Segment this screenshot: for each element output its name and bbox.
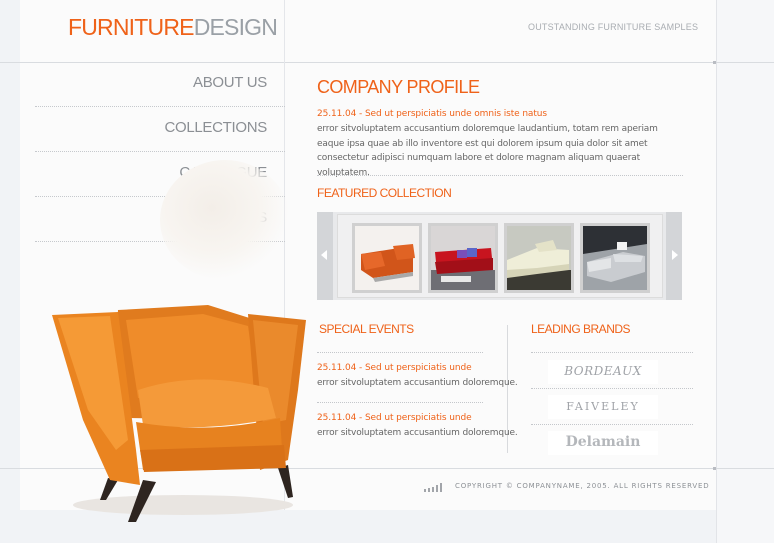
gallery-thumb-cream-sofa[interactable] [504,223,574,293]
red-sofa-image [431,226,495,290]
brand-logo-bordeaux[interactable]: BORDEAUX [548,360,658,384]
gallery-prev-button[interactable] [317,212,333,300]
brand-logo-delamain[interactable]: Delamain [548,431,658,455]
header-tagline: OUTSTANDING FURNITURE SAMPLES [528,22,699,32]
profile-date-line[interactable]: 25.11.04 - Sed ut perspiciatis unde omni… [317,109,547,119]
cream-sofa-image [507,226,571,290]
corner-dot [713,467,716,470]
logo-word-furniture: FURNITURE [68,14,194,40]
featured-collection-title: FEATURED COLLECTION [317,186,452,200]
events-separator [317,402,483,403]
events-separator [317,352,483,353]
nav-item-collections[interactable]: COLLECTIONS [35,107,285,152]
profile-body: error sitvoluptatem accusantium doloremq… [317,124,658,178]
gallery-strip [337,214,663,298]
right-strip [716,0,774,543]
profile-separator [317,175,683,176]
brands-separator [531,388,693,389]
gallery-thumb-red-sofa[interactable] [428,223,498,293]
event-1-text: error sitvoluptatem accusantium doloremq… [317,378,518,388]
featured-gallery [317,212,682,300]
footer-copyright: COPYRIGHT © COMPANYNAME, 2005. ALL RIGHT… [455,482,710,490]
event-1-date-line[interactable]: 25.11.04 - Sed ut perspiciatis unde [317,363,472,373]
decorative-swirl [160,160,290,280]
arrow-right-icon [672,250,678,260]
brands-separator [531,352,693,353]
leading-brands-title: LEADING BRANDS [531,322,631,336]
gallery-thumb-orange-sofa[interactable] [352,223,422,293]
nav-item-about-us[interactable]: ABOUT US [35,62,285,107]
corner-dot [713,61,716,64]
brands-separator [531,424,693,425]
armchair-image [52,305,306,522]
gallery-thumb-grey-sofa[interactable] [580,223,650,293]
gallery-next-button[interactable] [666,212,682,300]
orange-sofa-image [355,226,419,290]
brand-logo-faiveley[interactable]: FAIVELEY [548,395,658,419]
event-2-text: error sitvoluptatem accusantium doloremq… [317,428,518,438]
company-profile-title: COMPANY PROFILE [317,77,480,97]
site-logo[interactable]: FURNITUREDESIGN [68,14,278,41]
arrow-left-icon [321,250,327,260]
signal-bars-icon [424,483,444,492]
logo-word-design: DESIGN [193,14,278,40]
special-events-title: SPECIAL EVENTS [319,322,414,336]
event-2-date-line[interactable]: 25.11.04 - Sed ut perspiciatis unde [317,413,472,423]
grey-sofa-image [583,226,647,290]
